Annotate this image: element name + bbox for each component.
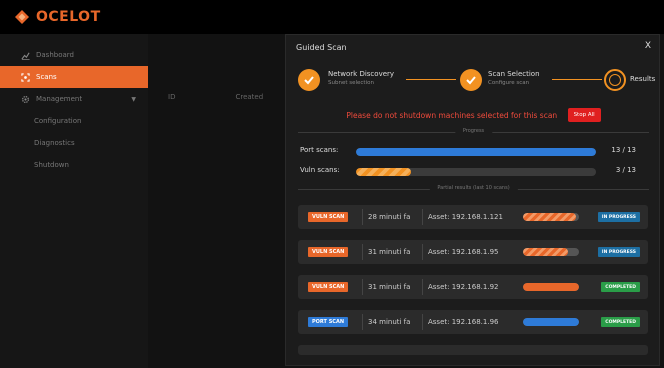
progress-count: 3 / 13: [615, 166, 636, 174]
row-separator: [362, 209, 363, 225]
sidebar-item-label: Management: [36, 95, 83, 103]
result-asset: Asset: 192.168.1.121: [428, 213, 503, 221]
result-time: 31 minuti fa: [368, 283, 411, 291]
row-separator: [362, 279, 363, 295]
chevron-down-icon: ▼: [131, 95, 136, 103]
sidebar-item-label: Scans: [36, 73, 57, 81]
sidebar-item-scans[interactable]: Scans: [0, 66, 148, 88]
progress-label: Vuln scans:: [300, 166, 340, 174]
sidebar: Dashboard Scans Management ▼ Configurati…: [0, 34, 148, 368]
sidebar-item-dashboard[interactable]: Dashboard: [0, 44, 148, 66]
result-progress-track: [523, 248, 579, 256]
scan-type-badge: VULN SCAN: [308, 282, 349, 292]
stop-all-button[interactable]: Stop All: [567, 108, 601, 122]
result-row[interactable]: VULN SCAN 31 minuti fa Asset: 192.168.1.…: [298, 275, 648, 299]
row-separator: [422, 209, 423, 225]
warning-text: Please do not shutdown machines selected…: [346, 110, 558, 120]
scan-type-badge: VULN SCAN: [308, 212, 349, 222]
result-asset: Asset: 192.168.1.95: [428, 248, 499, 256]
progress-divider: Progress: [298, 128, 649, 136]
port-scans-progress: Port scans: 13 / 13: [300, 146, 650, 158]
sidebar-item-diagnostics[interactable]: Diagnostics: [0, 132, 148, 154]
step-done-check-icon: [460, 69, 482, 91]
row-separator: [362, 314, 363, 330]
step-sublabel: Subnet selection: [328, 80, 374, 86]
progress-label: Port scans:: [300, 146, 339, 154]
stepper: Network Discovery Subnet selection Scan …: [298, 65, 656, 97]
result-row[interactable]: PORT SCAN 34 minuti fa Asset: 192.168.1.…: [298, 310, 648, 334]
status-badge: IN PROGRESS: [597, 247, 640, 257]
progress-track: [356, 168, 596, 176]
progress-heading: Progress: [454, 128, 493, 134]
result-time: 31 minuti fa: [368, 248, 411, 256]
result-progress-fill: [523, 283, 579, 291]
chart-icon: [20, 50, 30, 60]
app-name: OCELOT: [36, 9, 101, 25]
progress-fill: [356, 148, 596, 156]
result-progress-track: [523, 283, 579, 291]
step-connector: [406, 79, 456, 80]
result-time: 34 minuti fa: [368, 318, 411, 326]
result-progress-track: [523, 213, 579, 221]
sidebar-item-label: Configuration: [34, 117, 82, 125]
scan-type-badge: PORT SCAN: [308, 317, 349, 327]
status-badge: COMPLETED: [601, 317, 640, 327]
progress-track: [356, 148, 596, 156]
partial-results-heading: Partial results (last 10 scans): [429, 185, 518, 191]
sidebar-item-label: Shutdown: [34, 161, 69, 169]
scan-icon: [20, 72, 30, 82]
step-current-icon: [604, 69, 626, 91]
result-progress-track: [523, 318, 579, 326]
sidebar-item-label: Dashboard: [36, 51, 74, 59]
shutdown-warning: Please do not shutdown machines selected…: [286, 108, 661, 122]
modal-title: Guided Scan: [296, 43, 347, 52]
status-badge: COMPLETED: [601, 282, 640, 292]
step-label: Scan Selection: [488, 70, 540, 78]
result-progress-fill: [523, 318, 579, 326]
row-separator: [422, 279, 423, 295]
partial-results-divider: Partial results (last 10 scans): [298, 185, 649, 193]
row-separator: [422, 244, 423, 260]
gear-icon: [20, 94, 30, 104]
ocelot-logo-icon: [14, 9, 30, 25]
sidebar-item-label: Diagnostics: [34, 139, 75, 147]
step-label: Network Discovery: [328, 70, 395, 78]
guided-scan-modal: Guided Scan X Network Discovery Subnet s…: [285, 34, 660, 366]
sidebar-item-management[interactable]: Management ▼: [0, 88, 148, 110]
scan-type-badge: VULN SCAN: [308, 247, 349, 257]
step-connector: [552, 79, 602, 80]
column-header-created[interactable]: Created: [235, 93, 263, 101]
status-badge: IN PROGRESS: [597, 212, 640, 222]
result-asset: Asset: 192.168.1.92: [428, 283, 499, 291]
step-sublabel: Configure scan: [488, 80, 530, 86]
result-progress-fill: [523, 248, 568, 256]
result-row[interactable]: VULN SCAN 31 minuti fa Asset: 192.168.1.…: [298, 240, 648, 264]
progress-fill: [356, 168, 412, 176]
column-header-id[interactable]: ID: [168, 93, 175, 101]
row-separator: [362, 244, 363, 260]
result-time: 28 minuti fa: [368, 213, 411, 221]
sidebar-item-shutdown[interactable]: Shutdown: [0, 154, 148, 176]
result-row[interactable]: [298, 345, 648, 355]
result-row[interactable]: VULN SCAN 28 minuti fa Asset: 192.168.1.…: [298, 205, 648, 229]
close-button[interactable]: X: [645, 41, 651, 51]
top-bar: OCELOT: [0, 0, 664, 34]
step-label: Results: [630, 75, 656, 83]
vuln-scans-progress: Vuln scans: 3 / 13: [300, 166, 650, 178]
result-asset: Asset: 192.168.1.96: [428, 318, 499, 326]
sidebar-item-configuration[interactable]: Configuration: [0, 110, 148, 132]
step-done-check-icon: [298, 69, 320, 91]
row-separator: [422, 314, 423, 330]
table-header: ID Created: [148, 86, 298, 108]
result-progress-fill: [523, 213, 577, 221]
progress-count: 13 / 13: [611, 146, 636, 154]
